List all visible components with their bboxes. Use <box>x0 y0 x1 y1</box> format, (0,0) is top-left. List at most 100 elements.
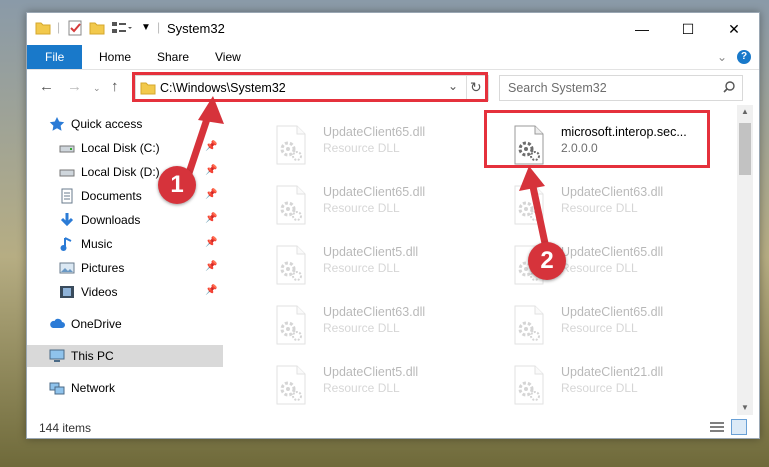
download-icon <box>59 212 75 228</box>
dll-file-icon <box>275 185 307 225</box>
scroll-down-icon[interactable]: ▼ <box>741 403 749 412</box>
sidebar-item-pictures[interactable]: Pictures 📌 <box>27 257 223 279</box>
file-description: Resource DLL <box>561 321 638 335</box>
file-name: UpdateClient63.dll <box>561 185 664 199</box>
videos-icon <box>59 284 75 300</box>
up-icon[interactable]: ↑ <box>111 78 119 95</box>
separator: | <box>57 20 61 34</box>
sidebar-item-label: Network <box>71 381 116 395</box>
details-view-icon[interactable] <box>709 421 725 438</box>
address-bar-highlight <box>132 72 488 102</box>
dll-file-icon <box>513 365 545 405</box>
dll-file-icon <box>275 365 307 405</box>
file-name: UpdateClient65.dll <box>323 185 426 199</box>
ribbon-tabs: File Home Share View ⌄ ? <box>27 45 759 70</box>
sidebar-item-network[interactable]: Network <box>27 377 223 399</box>
pin-icon: 📌 <box>205 261 218 272</box>
file-name: UpdateClient63.dll <box>323 305 426 319</box>
cloud-icon <box>49 316 65 332</box>
scroll-up-icon[interactable]: ▲ <box>741 107 749 116</box>
large-icons-view-icon[interactable] <box>731 419 747 435</box>
sidebar-item-this-pc[interactable]: This PC <box>27 345 223 367</box>
pin-icon: 📌 <box>205 189 218 200</box>
pin-icon: 📌 <box>205 165 218 176</box>
file-item[interactable]: UpdateClient63.dll Resource DLL <box>255 297 483 349</box>
sidebar-item-label: OneDrive <box>71 317 122 331</box>
file-name: UpdateClient5.dll <box>323 245 419 259</box>
sidebar-item-videos[interactable]: Videos 📌 <box>27 281 223 303</box>
maximize-button[interactable]: ☐ <box>665 13 711 45</box>
file-description: Resource DLL <box>561 201 638 215</box>
sidebar-item-label: Documents <box>81 189 142 203</box>
separator: | <box>157 20 161 34</box>
search-icon[interactable] <box>722 80 736 97</box>
customize-quick-access-icon[interactable]: ▼ <box>141 22 151 38</box>
tab-view[interactable]: View <box>201 45 255 69</box>
file-description: Resource DLL <box>323 201 400 215</box>
sidebar-item-label: Local Disk (C:) <box>81 141 160 155</box>
star-icon <box>49 116 65 132</box>
vertical-scrollbar[interactable]: ▲ ▼ <box>737 105 753 415</box>
dll-file-icon <box>275 125 307 165</box>
file-item[interactable]: UpdateClient65.dll Resource DLL <box>255 177 483 229</box>
minimize-button[interactable]: — <box>619 13 665 45</box>
file-highlight <box>484 110 710 168</box>
sidebar-item-label: Local Disk (D:) <box>81 165 160 179</box>
dll-file-icon <box>513 185 545 225</box>
folder-icon <box>35 20 51 36</box>
tab-home[interactable]: Home <box>85 45 145 69</box>
dll-file-icon <box>275 245 307 285</box>
close-button[interactable]: ✕ <box>711 13 757 45</box>
sidebar-item-label: Downloads <box>81 213 141 227</box>
navigation-pane: Quick access Local Disk (C:) 📌 Local Dis… <box>27 111 223 411</box>
sidebar-item-label: This PC <box>71 349 114 363</box>
sidebar-item-quick-access[interactable]: Quick access <box>27 113 223 135</box>
sidebar-item-label: Pictures <box>81 261 125 275</box>
file-item[interactable]: UpdateClient65.dll Resource DLL <box>493 297 721 349</box>
file-item[interactable]: UpdateClient21.dll Resource DLL <box>493 357 721 409</box>
file-description: Resource DLL <box>323 141 400 155</box>
view-options-icon[interactable] <box>111 20 133 36</box>
sidebar-item-onedrive[interactable]: OneDrive <box>27 313 223 335</box>
tab-share[interactable]: Share <box>143 45 203 69</box>
file-description: Resource DLL <box>323 321 400 335</box>
computer-icon <box>49 348 65 364</box>
help-icon[interactable]: ? <box>737 50 751 64</box>
dll-file-icon <box>275 305 307 345</box>
back-icon[interactable]: ← <box>39 78 54 95</box>
music-icon <box>59 236 75 252</box>
file-description: Resource DLL <box>323 261 400 275</box>
file-item[interactable]: UpdateClient65.dll Resource DLL <box>255 117 483 169</box>
dll-file-icon <box>513 305 545 345</box>
file-item[interactable]: UpdateClient5.dll Resource DLL <box>255 357 483 409</box>
scrollbar-thumb[interactable] <box>739 123 751 175</box>
pin-icon: 📌 <box>205 285 218 296</box>
file-description: Resource DLL <box>323 381 400 395</box>
step-badge-1: 1 <box>158 166 196 204</box>
tab-file[interactable]: File <box>27 45 83 69</box>
sidebar-item-label: Quick access <box>71 117 143 131</box>
properties-icon[interactable] <box>67 20 83 36</box>
search-input[interactable]: Search System32 <box>499 75 743 101</box>
drive-icon <box>59 164 75 180</box>
sidebar-item-downloads[interactable]: Downloads 📌 <box>27 209 223 231</box>
pin-icon: 📌 <box>205 141 218 152</box>
file-item[interactable]: UpdateClient63.dll Resource DLL <box>493 177 721 229</box>
file-description: Resource DLL <box>561 261 638 275</box>
file-item[interactable]: UpdateClient5.dll Resource DLL <box>255 237 483 289</box>
chevron-down-icon[interactable]: ⌄ <box>717 50 727 64</box>
sidebar-item-music[interactable]: Music 📌 <box>27 233 223 255</box>
window-title: System32 <box>167 21 225 36</box>
sidebar-item-local-disk-c[interactable]: Local Disk (C:) 📌 <box>27 137 223 159</box>
recent-locations-icon[interactable]: ⌄ <box>93 83 101 94</box>
drive-icon <box>59 140 75 156</box>
pictures-icon <box>59 260 75 276</box>
search-placeholder: Search System32 <box>508 81 607 95</box>
file-name: UpdateClient65.dll <box>561 305 664 319</box>
title-bar: | ▼ | System32 — ☐ ✕ <box>27 13 759 45</box>
sidebar-item-label: Music <box>81 237 113 251</box>
new-folder-icon[interactable] <box>89 20 105 36</box>
forward-icon[interactable]: → <box>67 78 82 95</box>
sidebar-item-label: Videos <box>81 285 118 299</box>
file-name: UpdateClient21.dll <box>561 365 664 379</box>
